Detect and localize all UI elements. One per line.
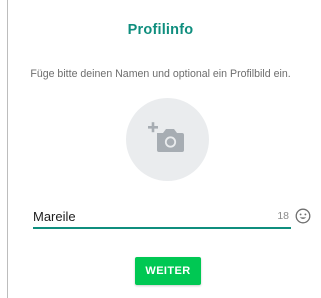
add-camera-icon	[148, 122, 184, 152]
name-input-underline	[33, 227, 291, 229]
profile-info-screen: Profilinfo Füge bitte deinen Namen und o…	[0, 0, 321, 298]
emoji-button[interactable]	[295, 208, 311, 224]
char-counter: 18	[277, 210, 289, 222]
instruction-text: Füge bitte deinen Namen und optional ein…	[30, 68, 291, 80]
name-input[interactable]	[33, 206, 263, 226]
next-button[interactable]: WEITER	[135, 257, 201, 285]
profile-photo-button[interactable]	[126, 98, 209, 181]
name-field-row: 18	[33, 206, 289, 228]
page-title: Profilinfo	[127, 22, 194, 38]
smiley-icon	[295, 208, 311, 224]
window-edge	[7, 0, 8, 298]
